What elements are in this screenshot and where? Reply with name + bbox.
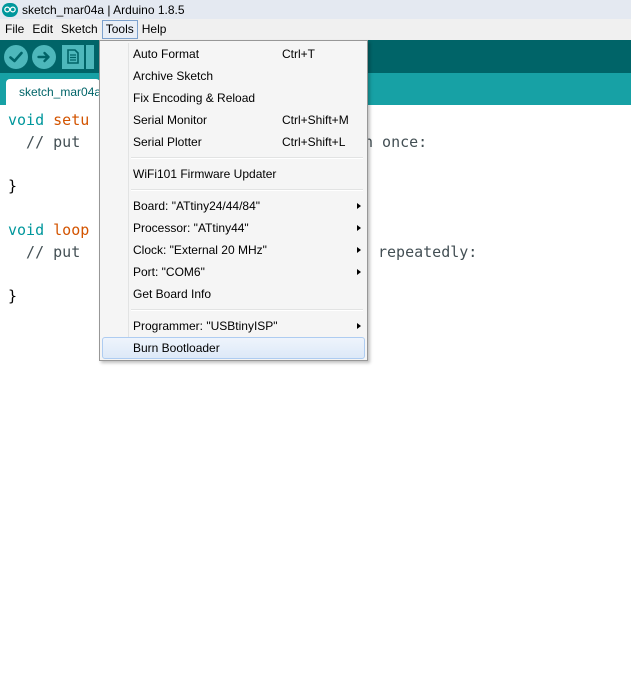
menu-separator [131, 189, 363, 191]
tab-sketch[interactable]: sketch_mar04a [6, 79, 100, 105]
menu-item-label: Auto Format [133, 47, 200, 61]
menu-item-serial-plotter[interactable]: Serial Plotter Ctrl+Shift+L [102, 131, 365, 153]
menu-edit[interactable]: Edit [28, 20, 57, 39]
window-title: sketch_mar04a | Arduino 1.8.5 [22, 2, 185, 17]
function-name-loop: loop [53, 221, 90, 239]
menu-item-shortcut: Ctrl+Shift+M [282, 113, 349, 127]
comment-right: repeatedly: [378, 243, 478, 261]
open-button[interactable] [86, 44, 94, 69]
tools-menu: Auto Format Ctrl+T Archive Sketch Fix En… [99, 40, 368, 361]
menu-item-board[interactable]: Board: "ATtiny24/44/84" [102, 195, 365, 217]
verify-button[interactable] [4, 44, 28, 69]
menu-item-label: Burn Bootloader [133, 341, 220, 355]
menu-item-serial-monitor[interactable]: Serial Monitor Ctrl+Shift+M [102, 109, 365, 131]
menu-item-label: Clock: "External 20 MHz" [133, 243, 267, 257]
code-comment-loop: // put repeatedly: [8, 241, 477, 263]
new-file-icon [67, 49, 79, 64]
menu-item-clock[interactable]: Clock: "External 20 MHz" [102, 239, 365, 261]
menu-item-burn-bootloader[interactable]: Burn Bootloader [102, 337, 365, 359]
submenu-arrow-icon [357, 323, 361, 329]
menu-item-shortcut: Ctrl+T [282, 47, 315, 61]
title-bar: sketch_mar04a | Arduino 1.8.5 [0, 0, 631, 19]
code-line-loop: void loop [8, 219, 89, 241]
code-brace: } [8, 177, 18, 195]
upload-arrow-icon [37, 51, 50, 62]
menu-item-port[interactable]: Port: "COM6" [102, 261, 365, 283]
code-comment-setup: // put n once: [8, 131, 427, 153]
menu-item-label: Processor: "ATtiny44" [133, 221, 249, 235]
menu-item-label: Programmer: "USBtinyISP" [133, 319, 278, 333]
menu-item-label: Get Board Info [133, 287, 212, 301]
function-name-setup: setu [53, 111, 90, 129]
menu-separator [131, 309, 363, 311]
keyword-void: void [8, 221, 45, 239]
menu-item-archive-sketch[interactable]: Archive Sketch [102, 65, 365, 87]
menu-item-get-board-info[interactable]: Get Board Info [102, 283, 365, 305]
menu-bar: File Edit Sketch Tools Help [0, 19, 631, 40]
menu-item-fix-encoding[interactable]: Fix Encoding & Reload [102, 87, 365, 109]
code-brace: } [8, 287, 18, 305]
keyword-void: void [8, 111, 45, 129]
new-button[interactable] [62, 44, 84, 69]
comment-right: n once: [364, 133, 428, 151]
menu-item-shortcut: Ctrl+Shift+L [282, 135, 346, 149]
menu-item-label: Fix Encoding & Reload [133, 91, 256, 105]
code-line-setup: void setu [8, 109, 89, 131]
submenu-arrow-icon [357, 225, 361, 231]
submenu-arrow-icon [357, 247, 361, 253]
comment-left: // put [8, 243, 90, 261]
menu-file[interactable]: File [1, 20, 28, 39]
menu-item-label: WiFi101 Firmware Updater [133, 167, 277, 181]
menu-item-auto-format[interactable]: Auto Format Ctrl+T [102, 43, 365, 65]
menu-item-label: Archive Sketch [133, 69, 214, 83]
menu-tools[interactable]: Tools [101, 20, 138, 39]
comment-left: // put [8, 133, 90, 151]
menu-sketch[interactable]: Sketch [57, 20, 102, 39]
arduino-logo-icon [2, 2, 18, 17]
menu-help[interactable]: Help [138, 20, 171, 39]
menu-item-label: Port: "COM6" [133, 265, 205, 279]
menu-item-label: Board: "ATtiny24/44/84" [133, 199, 261, 213]
menu-item-programmer[interactable]: Programmer: "USBtinyISP" [102, 315, 365, 337]
menu-item-processor[interactable]: Processor: "ATtiny44" [102, 217, 365, 239]
submenu-arrow-icon [357, 203, 361, 209]
upload-button[interactable] [32, 44, 56, 69]
menu-item-label: Serial Plotter [133, 135, 202, 149]
menu-item-label: Serial Monitor [133, 113, 208, 127]
menu-separator [131, 157, 363, 159]
menu-item-wifi101-updater[interactable]: WiFi101 Firmware Updater [102, 163, 365, 185]
submenu-arrow-icon [357, 269, 361, 275]
verify-check-icon [9, 51, 23, 62]
